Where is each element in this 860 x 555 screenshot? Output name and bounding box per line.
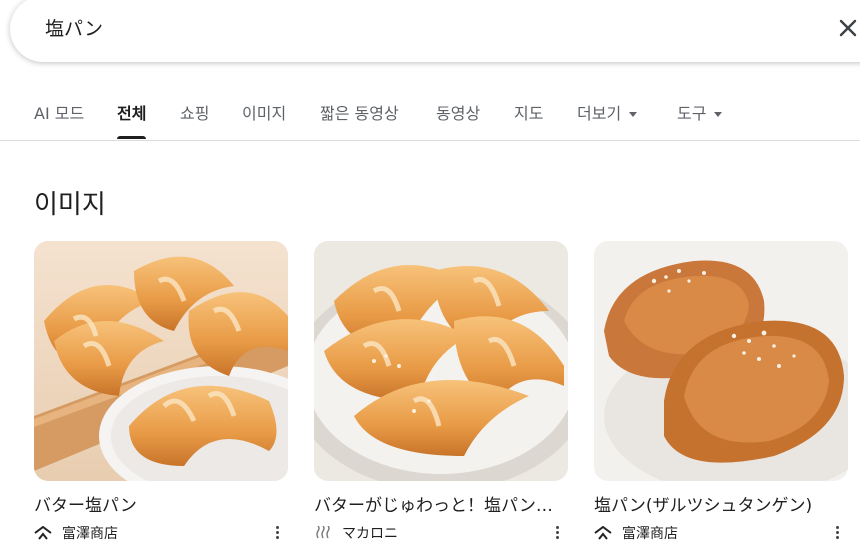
chevron-down-icon (714, 112, 723, 117)
source-name: 富澤商店 (62, 526, 118, 542)
image-title[interactable]: 塩パン(ザルツシュタンゲン) (594, 491, 848, 516)
chevron-down-icon (629, 112, 638, 117)
tab-more[interactable]: 더보기 (577, 100, 638, 138)
more-options-button[interactable] (274, 524, 280, 542)
more-options-button[interactable] (554, 524, 560, 542)
image-thumbnail[interactable] (594, 241, 848, 481)
close-icon (839, 19, 857, 37)
store-roof-icon (34, 526, 52, 540)
image-result-card[interactable]: 塩パン(ザルツシュタンゲン) 富澤商店 (594, 241, 848, 544)
tab-all[interactable]: 전체 (117, 100, 147, 139)
tab-short-videos[interactable]: 짧은 동영상 (320, 100, 399, 138)
more-options-button[interactable] (834, 524, 840, 542)
source-name: マカロニ (342, 526, 398, 542)
tab-shopping[interactable]: 쇼핑 (180, 100, 209, 138)
tab-tools[interactable]: 도구 (677, 100, 723, 138)
section-title: 이미지 (34, 190, 106, 220)
tab-maps[interactable]: 지도 (514, 100, 543, 138)
search-tabs: AI 모드 전체 쇼핑 이미지 짧은 동영상 동영상 지도 더보기 도구 (0, 92, 860, 141)
steam-icon (316, 526, 330, 539)
tab-more-label: 더보기 (577, 104, 622, 123)
image-thumbnail[interactable] (34, 241, 288, 481)
image-title[interactable]: バター塩パン (34, 491, 288, 516)
image-source[interactable]: マカロニ (314, 522, 568, 544)
bread-image (314, 241, 568, 481)
image-result-card[interactable]: バター塩パン 富澤商店 (34, 241, 288, 544)
search-input[interactable]: 塩パン (45, 14, 103, 41)
store-roof-icon (594, 526, 612, 540)
image-result-card[interactable]: バターがじゅわっと！塩パン… マカロニ (314, 241, 568, 544)
image-thumbnail[interactable] (314, 241, 568, 481)
tab-images[interactable]: 이미지 (242, 100, 286, 138)
tab-videos[interactable]: 동영상 (436, 100, 480, 138)
bread-image (594, 241, 848, 481)
search-bar[interactable]: 塩パン (10, 0, 860, 62)
image-source[interactable]: 富澤商店 (34, 522, 288, 544)
tab-tools-label: 도구 (677, 104, 707, 123)
tab-ai-mode[interactable]: AI 모드 (34, 100, 84, 138)
source-name: 富澤商店 (622, 526, 678, 542)
image-title[interactable]: バターがじゅわっと！塩パン… (314, 491, 568, 516)
clear-search-button[interactable] (836, 16, 860, 40)
bread-image (34, 241, 288, 481)
image-source[interactable]: 富澤商店 (594, 522, 848, 544)
